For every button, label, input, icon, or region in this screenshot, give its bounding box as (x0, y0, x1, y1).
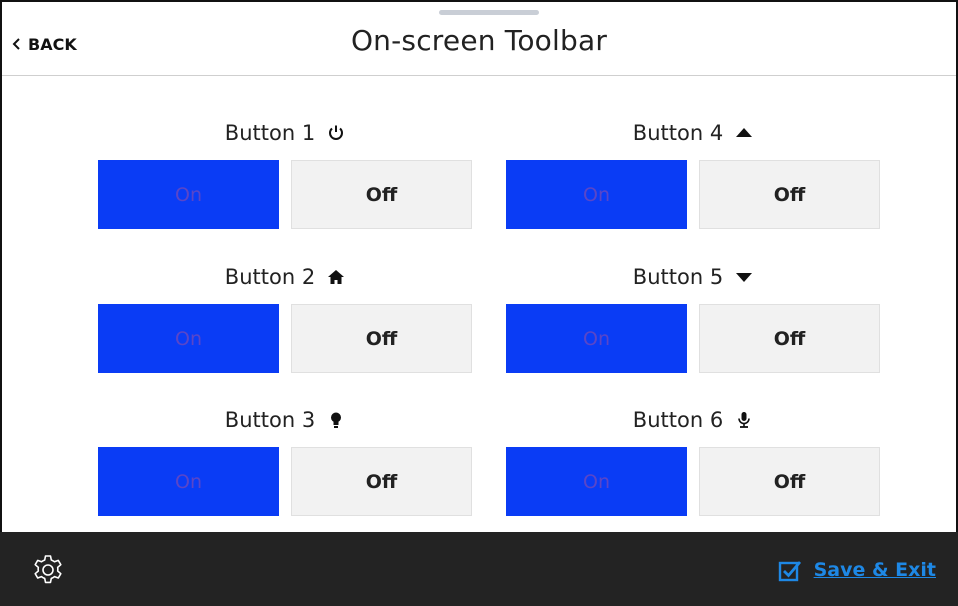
button-4-off-button[interactable]: Off (699, 160, 880, 229)
button-4-on-button[interactable]: On (506, 160, 687, 229)
button-5-group: Button 5 On Off (506, 262, 880, 373)
triangle-up-icon (735, 124, 753, 142)
button-2-on-button[interactable]: On (98, 304, 279, 373)
home-icon (327, 268, 345, 286)
button-2-off-button[interactable]: Off (291, 304, 472, 373)
button-3-label: Button 3 (224, 408, 316, 432)
lightbulb-icon (327, 411, 345, 429)
button-3-on-button[interactable]: On (98, 447, 279, 516)
gear-icon[interactable] (30, 552, 66, 588)
button-5-on-button[interactable]: On (506, 304, 687, 373)
button-6-label: Button 6 (632, 408, 724, 432)
button-1-on-button[interactable]: On (98, 160, 279, 229)
button-4-label: Button 4 (632, 121, 724, 145)
button-3-group: Button 3 On Off (98, 405, 472, 516)
button-6-group: Button 6 On Off (506, 405, 880, 516)
button-6-off-button[interactable]: Off (699, 447, 880, 516)
button-6-on-button[interactable]: On (506, 447, 687, 516)
checkbox-checked-icon (778, 561, 801, 582)
power-icon (327, 124, 345, 142)
footer-bar: Save & Exit (0, 532, 958, 606)
button-settings-grid: Button 1 On Off Button 2 On Off Button 3… (2, 2, 956, 532)
button-2-group: Button 2 On Off (98, 262, 472, 373)
button-5-label: Button 5 (632, 265, 724, 289)
button-2-label: Button 2 (224, 265, 316, 289)
button-3-off-button[interactable]: Off (291, 447, 472, 516)
triangle-down-icon (735, 268, 753, 286)
save-exit-button[interactable]: Save & Exit (778, 558, 936, 582)
button-4-group: Button 4 On Off (506, 118, 880, 229)
button-1-label: Button 1 (224, 121, 316, 145)
microphone-icon (735, 411, 753, 429)
button-5-off-button[interactable]: Off (699, 304, 880, 373)
app-window: BACK On-screen Toolbar Button 1 On Off B… (0, 0, 958, 606)
save-exit-label: Save & Exit (813, 559, 936, 581)
button-1-off-button[interactable]: Off (291, 160, 472, 229)
button-1-group: Button 1 On Off (98, 118, 472, 229)
